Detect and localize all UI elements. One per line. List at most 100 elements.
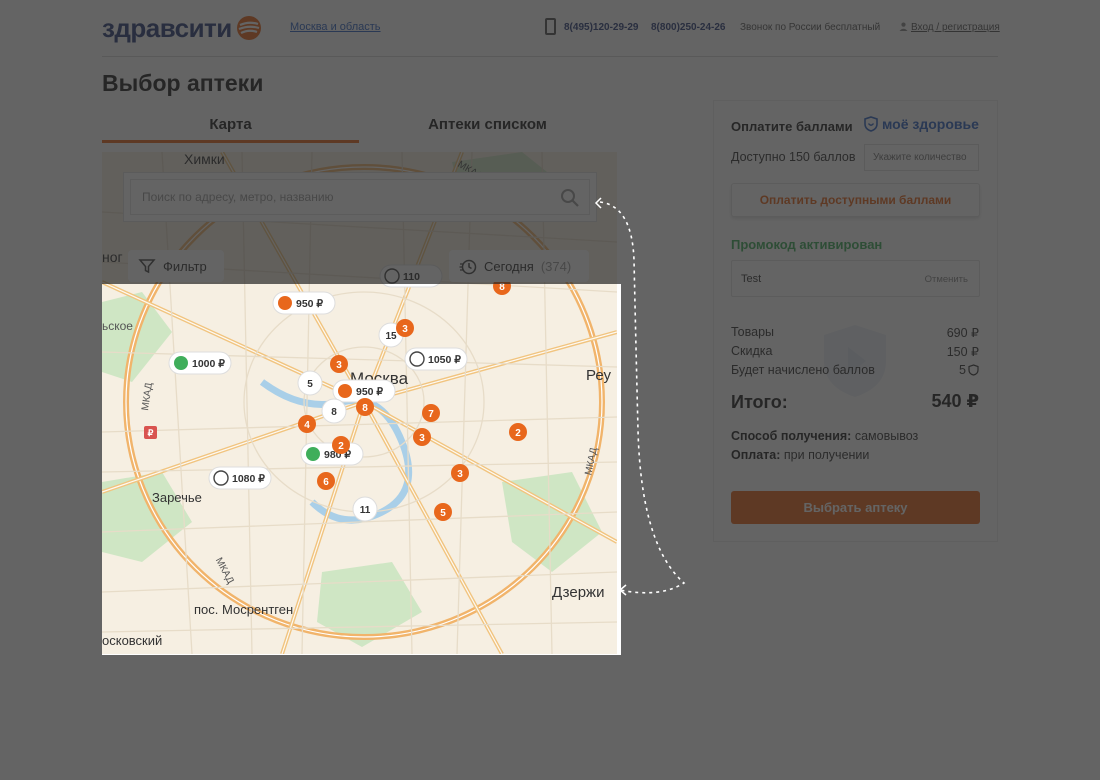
map-place-label: Реу <box>586 367 612 384</box>
map-marker-orange[interactable]: 3 <box>330 355 348 373</box>
marker-count: 3 <box>419 433 425 444</box>
filter-label: Фильтр <box>163 258 207 274</box>
marker-count: 5 <box>307 379 313 390</box>
marker-count: 3 <box>336 360 342 371</box>
free-call-note: Звонок по России бесплатный <box>740 22 881 33</box>
stopwatch-icon <box>409 351 425 367</box>
map-marker-brand[interactable]: 950 ₽ <box>272 291 336 315</box>
marker-count: 4 <box>304 420 310 431</box>
filter-button[interactable]: Фильтр <box>128 250 224 282</box>
tab-list[interactable]: Аптеки списком <box>359 116 616 133</box>
map-place-label: пос. Мосрентген <box>194 602 293 617</box>
line-points-value: 5 <box>959 363 966 377</box>
marker-count: 7 <box>428 409 434 420</box>
points-shield-icon <box>968 364 979 376</box>
phone-moscow[interactable]: 8(495)120-29-29 <box>564 22 639 33</box>
flower-icon <box>174 356 188 370</box>
brand-logo-icon <box>338 384 352 398</box>
line-discount-label: Скидка <box>731 344 773 358</box>
map-place-label: Дзержи <box>552 584 604 601</box>
map-marker-orange[interactable]: 7 <box>422 404 440 422</box>
map-marker-orange[interactable]: 6 <box>317 472 335 490</box>
marker-price: 950 ₽ <box>296 298 323 310</box>
marker-count: 8 <box>331 407 337 418</box>
partner-logo-text: моё здоровье <box>882 116 979 132</box>
pickup-value: самовывоз <box>854 429 919 443</box>
map-marker-white[interactable]: 8 <box>321 398 347 424</box>
region-link[interactable]: Москва и область <box>290 21 381 33</box>
shield-watermark-icon <box>824 325 886 397</box>
map-marker-orange[interactable]: 3 <box>451 464 469 482</box>
map-marker-clock[interactable]: 1050 ₽ <box>404 347 468 371</box>
choose-pharmacy-button[interactable]: Выбрать аптеку <box>731 491 980 524</box>
map-marker-orange[interactable]: 5 <box>434 503 452 521</box>
logo[interactable]: здравсити <box>102 8 262 48</box>
pay-with-points-button[interactable]: Оплатить доступными баллами <box>731 183 980 217</box>
tab-map[interactable]: Карта <box>102 116 359 133</box>
line-goods-label: Товары <box>731 325 774 339</box>
marker-count: 2 <box>338 441 344 452</box>
today-button[interactable]: Сегодня (374) <box>449 250 589 282</box>
promo-cancel-link[interactable]: Отменить <box>925 274 968 285</box>
active-tab-indicator <box>102 140 359 143</box>
search-icon[interactable] <box>560 188 580 208</box>
line-points-value-wrap: 5 <box>959 363 979 377</box>
search-input[interactable]: Поиск по адресу, метро, названию <box>130 179 590 215</box>
map-marker-flower[interactable]: 1000 ₽ <box>168 351 232 375</box>
marker-count: 6 <box>323 477 329 488</box>
map-marker-orange[interactable]: 3 <box>396 319 414 337</box>
today-label: Сегодня <box>484 258 534 274</box>
map-marker-clock[interactable]: 1080 ₽ <box>208 466 272 490</box>
promo-code-field: Test Отменить <box>731 260 980 297</box>
header-divider <box>102 56 998 57</box>
map-canvas: ₽ ХимкиМКАДМосква РеуЗаречьеДзержипос. Мо… <box>102 152 617 654</box>
stopwatch-icon <box>213 470 229 486</box>
map-place-label: осковский <box>102 633 162 648</box>
line-goods-value: 690 ₽ <box>946 326 979 340</box>
marker-price: 1000 ₽ <box>192 358 225 370</box>
promo-status: Промокод активирован <box>731 237 883 252</box>
filter-icon <box>138 259 156 274</box>
map-marker-clock[interactable]: 110 <box>379 264 443 288</box>
marker-count: 5 <box>440 508 446 519</box>
map-marker-flower[interactable]: 980 ₽ <box>300 442 364 466</box>
marker-count: 8 <box>362 403 368 414</box>
today-count: (374) <box>540 258 572 274</box>
map-marker-orange[interactable]: 2 <box>332 436 350 454</box>
logo-mark-icon <box>236 16 261 40</box>
marker-count: 15 <box>385 331 397 342</box>
partner-logo: моё здоровье <box>864 116 979 132</box>
map-place-label: Химки <box>184 152 225 167</box>
total-label: Итого: <box>731 392 788 412</box>
points-quantity-input[interactable] <box>864 144 979 171</box>
map-marker-orange[interactable]: 3 <box>413 428 431 446</box>
stopwatch-icon <box>459 259 477 275</box>
marker-count: 3 <box>457 469 463 480</box>
login-link[interactable]: Вход / регистрация <box>911 22 1000 33</box>
pickup-label: Способ получения: <box>731 429 852 443</box>
phone-federal[interactable]: 8(800)250-24-26 <box>651 22 726 33</box>
map[interactable]: ₽ Химки МКАД Москва Реу Заречье Дзержи пос. Мо… <box>102 152 617 654</box>
map-search[interactable]: Поиск по адресу, метро, названию <box>123 172 597 222</box>
marker-price: 1080 ₽ <box>232 473 265 485</box>
marker-count: 2 <box>515 428 521 439</box>
marker-count: 11 <box>360 505 371 516</box>
shield-icon <box>864 116 878 132</box>
map-marker-orange[interactable]: 4 <box>298 415 316 433</box>
payment-label: Оплата: <box>731 448 781 462</box>
map-marker-orange[interactable]: 8 <box>356 398 374 416</box>
line-points-label: Будет начислено баллов <box>731 363 875 377</box>
line-discount-value: 150 ₽ <box>946 345 979 359</box>
map-marker-white[interactable]: 5 <box>297 370 323 396</box>
brand-logo-icon <box>278 296 292 310</box>
svg-text:₽: ₽ <box>148 428 154 438</box>
map-place-label: ьское <box>102 319 133 333</box>
map-marker-white[interactable]: 11 <box>352 496 378 522</box>
page-title: Выбор аптеки <box>102 70 264 96</box>
promo-code-value: Test <box>741 273 762 285</box>
user-icon <box>899 22 908 31</box>
phone-icon <box>545 18 556 35</box>
map-marker-orange[interactable]: 2 <box>509 423 527 441</box>
flower-icon <box>306 447 320 461</box>
pickup-info: Способ получения: самовывоз <box>731 429 918 443</box>
